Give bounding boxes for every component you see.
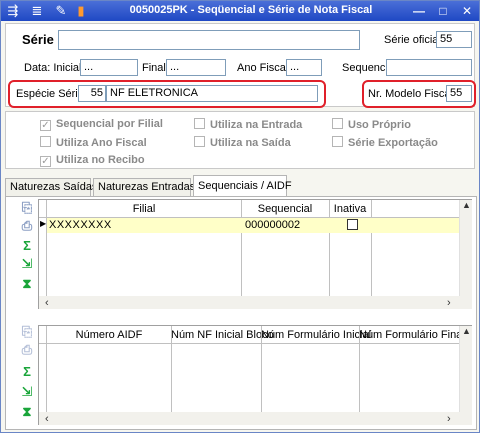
checkbox-empty-icon (194, 118, 205, 129)
tab-sequenciais-aidf[interactable]: Sequenciais / AIDF (193, 175, 292, 197)
scroll-up-icon[interactable]: ▲ (462, 200, 471, 210)
options-frame: ✓ Sequencial por Filial Utiliza Ano Fisca… (5, 111, 475, 169)
row-pointer-icon: ▶ (40, 219, 47, 228)
export-icon[interactable]: ⇲ (20, 257, 34, 271)
check-utiliza-entrada[interactable]: Utiliza na Entrada (194, 118, 302, 131)
check-label: Utiliza Ano Fiscal (56, 137, 147, 149)
new-record-icon[interactable]: ⎘ (20, 201, 34, 215)
edit-record-icon[interactable]: ⎙ (20, 343, 34, 357)
col-header-nf-inicial-bloco[interactable]: Núm NF Inicial Bloco (171, 329, 274, 341)
close-button[interactable]: ✕ (459, 4, 475, 18)
serie-label: Série (22, 32, 54, 47)
col-header-filial[interactable]: Filial (47, 203, 241, 215)
tab-naturezas-entradas[interactable]: Naturezas Entradas (93, 178, 195, 197)
serie-oficial-label: Série oficial (384, 34, 441, 46)
ano-fiscal-label: Ano Fiscal: (237, 62, 292, 74)
col-header-sequencial[interactable]: Sequencial (241, 203, 329, 215)
vertical-scrollbar[interactable]: ▲ (459, 200, 472, 296)
col-header-numero-aidf[interactable]: Número AIDF (47, 329, 171, 341)
checkbox-empty-icon (332, 136, 343, 147)
traffic-light-icon[interactable]: ≣ (29, 3, 45, 19)
app-menu-icon[interactable]: ⇶ (5, 3, 21, 19)
checkbox-checked-icon: ✓ (40, 156, 51, 167)
sequenciais-grid: Filial Sequencial Inativa ▶ XXXXXXXX 000… (38, 199, 472, 309)
scroll-up-icon[interactable]: ▲ (462, 326, 471, 336)
check-label: Utiliza na Entrada (210, 119, 303, 131)
sequencial-input[interactable] (386, 59, 472, 76)
check-label: Uso Próprio (348, 119, 411, 131)
grid-divider (329, 200, 330, 296)
especie-label: Espécie Série: (16, 88, 87, 100)
grid-divider (171, 326, 172, 412)
check-label: Utiliza no Recibo (56, 154, 145, 166)
grid-divider (359, 326, 360, 412)
grid-divider (46, 200, 47, 296)
maximize-button[interactable]: □ (435, 4, 451, 18)
checkbox-checked-icon: ✓ (40, 120, 51, 131)
new-record-icon[interactable]: ⎘ (20, 325, 34, 339)
check-utiliza-ano-fiscal[interactable]: Utiliza Ano Fiscal (40, 136, 147, 149)
vertical-scrollbar[interactable]: ▲ (459, 326, 472, 412)
check-utiliza-recibo[interactable]: ✓ Utiliza no Recibo (40, 154, 145, 167)
grid-divider (371, 200, 372, 296)
filter-icon[interactable]: ⧗ (20, 405, 34, 419)
data-inicial-label: Data: Inicial (24, 62, 82, 74)
grid-divider (261, 326, 262, 412)
window-title: 0050025PK - Seqüencial e Série de Nota F… (129, 4, 373, 16)
sum-icon[interactable]: Σ (20, 239, 34, 253)
checkbox-empty-icon (40, 136, 51, 147)
grid-divider (46, 326, 47, 412)
col-header-formulario-inicial[interactable]: Núm Formulário Inicial (261, 329, 371, 341)
serie-input[interactable] (58, 30, 360, 50)
scroll-left-icon[interactable]: ‹ (45, 413, 49, 425)
data-final-input[interactable]: ... (166, 59, 226, 76)
especie-name-field: NF ELETRONICA (106, 85, 318, 102)
tab-naturezas-saidas[interactable]: Naturezas Saídas (5, 178, 97, 197)
modelo-label: Nr. Modelo Fiscal: (368, 88, 457, 100)
table-row[interactable]: ▶ XXXXXXXX 000000002 (40, 218, 459, 233)
app-window: ⇶ ≣ ✎ ▮ 0050025PK - Seqüencial e Série d… (0, 0, 480, 433)
edit-record-icon[interactable]: ⎙ (20, 219, 34, 233)
cell-filial: XXXXXXXX (49, 219, 112, 231)
wrench-icon[interactable]: ✎ (53, 3, 69, 19)
horizontal-scrollbar[interactable]: ‹ › (39, 412, 472, 425)
checkbox-empty-icon (332, 118, 343, 129)
check-sequencial-filial[interactable]: ✓ Sequencial por Filial (40, 118, 163, 131)
modelo-input[interactable]: 55 (446, 85, 472, 102)
sum-icon[interactable]: Σ (20, 365, 34, 379)
check-serie-exportacao[interactable]: Série Exportação (332, 136, 438, 149)
filter-icon[interactable]: ⧗ (20, 277, 34, 291)
cell-sequencial: 000000002 (245, 219, 301, 231)
tab-panel: ⎘ ⎙ Σ ⇲ ⧗ Filial Sequencial Inativa ▶ XX… (5, 196, 477, 430)
export-icon[interactable]: ⇲ (20, 385, 34, 399)
scroll-right-icon[interactable]: › (447, 297, 451, 309)
data-inicial-input[interactable]: ... (80, 59, 138, 76)
check-label: Sequencial por Filial (56, 118, 163, 130)
check-utiliza-saida[interactable]: Utiliza na Saída (194, 136, 291, 149)
check-uso-proprio[interactable]: Uso Próprio (332, 118, 411, 131)
checkbox-empty-icon (194, 136, 205, 147)
grid-divider (241, 200, 242, 296)
especie-code-input[interactable]: 55 (78, 85, 106, 102)
header-divider (39, 343, 459, 344)
minimize-button[interactable]: — (411, 4, 427, 18)
col-header-inativa[interactable]: Inativa (329, 203, 371, 215)
scroll-left-icon[interactable]: ‹ (45, 297, 49, 309)
ano-fiscal-input[interactable]: ... (286, 59, 322, 76)
horizontal-scrollbar[interactable]: ‹ › (39, 296, 472, 309)
check-label: Série Exportação (348, 137, 438, 149)
data-final-label: Final (142, 62, 166, 74)
title-bar: ⇶ ≣ ✎ ▮ 0050025PK - Seqüencial e Série d… (1, 1, 479, 21)
cell-inativa-checkbox[interactable] (347, 219, 358, 230)
col-header-formulario-final[interactable]: Núm Formulário Final (359, 329, 465, 341)
scroll-right-icon[interactable]: › (447, 413, 451, 425)
header-frame: Série Série oficial 55 Data: Inicial ...… (5, 23, 476, 108)
books-icon[interactable]: ▮ (73, 3, 89, 19)
aidf-grid: Número AIDF Núm NF Inicial Bloco Núm For… (38, 325, 472, 425)
check-label: Utiliza na Saída (210, 137, 291, 149)
serie-oficial-input[interactable]: 55 (436, 31, 472, 48)
